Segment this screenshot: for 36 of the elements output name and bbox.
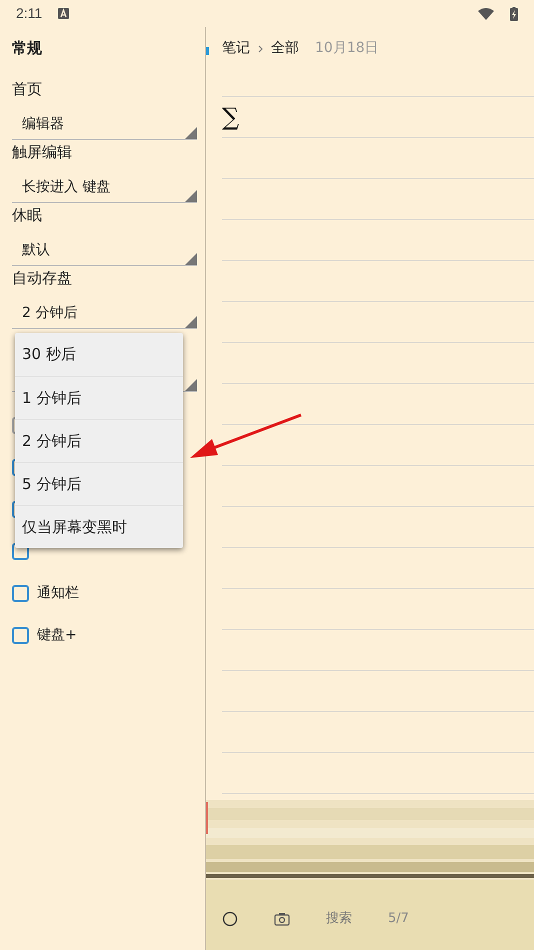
page-indicator: 5/7 bbox=[388, 910, 409, 928]
setting-label: 自动存盘 bbox=[11, 268, 73, 288]
camera-icon bbox=[274, 912, 290, 926]
dropdown-corner-icon bbox=[185, 379, 197, 391]
setting-label: 首页 bbox=[11, 78, 43, 100]
breadcrumb-item[interactable]: 笔记 bbox=[222, 38, 250, 59]
setting-label: 休眠 bbox=[11, 204, 43, 226]
dropdown-corner-icon bbox=[185, 190, 197, 202]
menu-option[interactable]: 5 分钟后 bbox=[15, 462, 183, 505]
dropdown-corner-icon bbox=[185, 127, 197, 139]
note-text: ∑ bbox=[222, 105, 240, 133]
circle-icon bbox=[222, 911, 238, 927]
section-title: 常规 bbox=[11, 38, 43, 59]
setting-select[interactable]: 编辑器 bbox=[12, 110, 197, 140]
breadcrumb-item[interactable]: 全部 bbox=[271, 38, 299, 59]
menu-option[interactable]: 30 秒后 bbox=[15, 333, 183, 376]
dropdown-corner-icon bbox=[185, 316, 197, 328]
checkbox[interactable] bbox=[12, 626, 29, 644]
checkbox[interactable] bbox=[12, 584, 29, 602]
wifi-icon bbox=[478, 8, 494, 20]
setting-select[interactable]: 2 分钟后 bbox=[12, 299, 197, 329]
battery-icon bbox=[510, 6, 518, 20]
setting-label: 触屏编辑 bbox=[11, 142, 73, 162]
edge-marker bbox=[206, 47, 209, 55]
setting-select[interactable]: 长按进入 键盘 bbox=[12, 173, 197, 203]
chevron-icon bbox=[258, 44, 263, 52]
dropdown-corner-icon bbox=[185, 253, 197, 265]
menu-option[interactable]: 1 分钟后 bbox=[15, 376, 183, 419]
checkbox-label: 通知栏 bbox=[37, 584, 79, 602]
menu-option[interactable]: 仅当屏幕变黑时 bbox=[15, 505, 183, 548]
notification-icon bbox=[58, 8, 70, 19]
note-date: 10月18日 bbox=[315, 39, 379, 58]
menu-option[interactable]: 2 分钟后 bbox=[15, 419, 183, 462]
status-time: 2:11 bbox=[16, 4, 42, 23]
checkbox-label: 键盘+ bbox=[37, 626, 77, 644]
setting-select[interactable]: 默认 bbox=[12, 236, 197, 266]
